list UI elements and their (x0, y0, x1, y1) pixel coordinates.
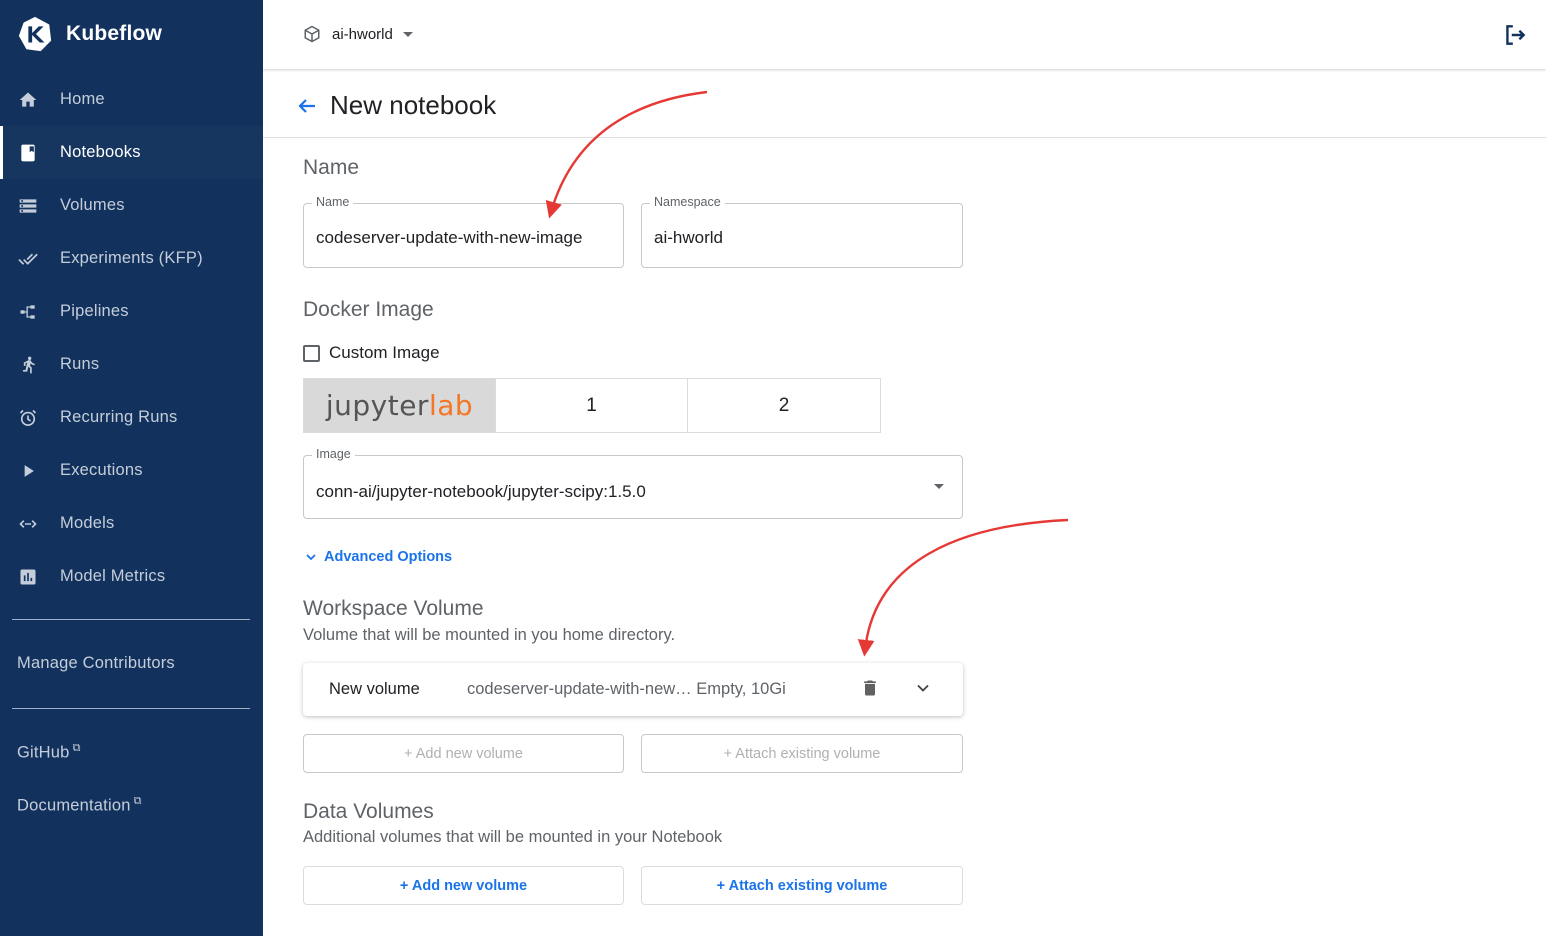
sidebar-item-model-metrics[interactable]: Model Metrics (0, 550, 263, 603)
jupyterlab-logo: jupyterlab (326, 389, 473, 422)
data-attach-existing-volume-button[interactable]: + Attach existing volume (641, 866, 963, 905)
sidebar-item-pipelines[interactable]: Pipelines (0, 285, 263, 338)
custom-image-label: Custom Image (329, 343, 440, 362)
sidebar-divider (12, 619, 250, 620)
dropdown-caret-icon (934, 484, 944, 489)
delete-icon[interactable] (860, 677, 880, 699)
documentation-link-label: Documentation (17, 796, 131, 815)
sidebar-item-label: Recurring Runs (60, 408, 178, 426)
data-volumes-section-title: Data Volumes (303, 800, 434, 823)
name-field-label: Name (312, 195, 354, 209)
sidebar-item-label: Pipelines (60, 302, 129, 320)
name-field[interactable]: Name codeserver-update-with-new-image (303, 195, 624, 268)
chevron-down-icon (306, 554, 316, 561)
dropdown-caret-icon (402, 31, 413, 37)
top-bar: ai-hworld (263, 0, 1546, 69)
docker-image-section-title: Docker Image (303, 298, 434, 321)
workspace-add-new-volume-button[interactable]: + Add new volume (303, 734, 624, 773)
checkbox-box[interactable] (303, 344, 320, 362)
workspace-volume-panel[interactable]: New volume codeserver-update-with-new… E… (303, 663, 963, 716)
sidebar-item-home[interactable]: Home (0, 73, 263, 126)
custom-image-checkbox[interactable]: Custom Image (303, 343, 440, 363)
image-select-label: Image (312, 447, 355, 461)
sidebar-item-label: Models (60, 514, 115, 532)
brand[interactable]: Kubeflow (16, 14, 162, 54)
advanced-options-toggle[interactable]: Advanced Options (303, 549, 452, 565)
image-type-option-1[interactable]: 1 (496, 379, 688, 432)
sidebar-divider (12, 708, 250, 709)
arrows-horizontal-icon (18, 514, 38, 534)
external-link-icon: ⧉ (133, 795, 142, 807)
external-link-icon: ⧉ (72, 742, 81, 754)
documentation-link[interactable]: Documentation ⧉ (17, 795, 142, 816)
sidebar-item-label: Notebooks (60, 143, 141, 161)
image-type-toggle-group: jupyterlab 1 2 (303, 378, 881, 433)
page-header: New notebook (263, 70, 1546, 138)
home-icon (18, 90, 38, 110)
manage-contributors-link[interactable]: Manage Contributors (17, 654, 175, 673)
done-all-icon (18, 249, 38, 269)
github-link[interactable]: GitHub ⧉ (17, 742, 81, 763)
cube-icon (304, 25, 320, 43)
sidebar-item-label: Runs (60, 355, 100, 373)
workspace-attach-existing-volume-button[interactable]: + Attach existing volume (641, 734, 963, 773)
image-select[interactable]: Image conn-ai/jupyter-notebook/jupyter-s… (303, 447, 963, 519)
runner-icon (18, 355, 38, 375)
chevron-down-icon[interactable] (913, 678, 933, 698)
sidebar-item-experiments[interactable]: Experiments (KFP) (0, 232, 263, 285)
sidebar-item-label: Volumes (60, 196, 125, 214)
brand-name: Kubeflow (66, 22, 163, 45)
sidebar: Kubeflow Home Notebooks Volumes Experime… (0, 0, 263, 936)
github-link-label: GitHub (17, 743, 70, 762)
workspace-volume-description: Volume that will be mounted in you home … (303, 626, 676, 644)
volume-title: New volume (329, 680, 420, 698)
chart-icon (18, 567, 38, 587)
image-select-value: conn-ai/jupyter-notebook/jupyter-scipy:1… (316, 482, 646, 501)
logout-icon[interactable] (1502, 22, 1528, 48)
namespace-field-label: Namespace (650, 195, 725, 209)
volume-description: codeserver-update-with-new… Empty, 10Gi (467, 680, 786, 698)
play-icon (18, 461, 38, 481)
namespace-selector[interactable]: ai-hworld (303, 22, 413, 46)
image-type-option-2[interactable]: 2 (688, 379, 880, 432)
sidebar-item-recurring-runs[interactable]: Recurring Runs (0, 391, 263, 444)
image-type-jupyterlab[interactable]: jupyterlab (304, 379, 496, 432)
sidebar-item-label: Executions (60, 461, 143, 479)
name-field-value: codeserver-update-with-new-image (316, 228, 583, 247)
page-title: New notebook (330, 90, 497, 120)
advanced-options-label: Advanced Options (324, 549, 453, 565)
data-add-new-volume-button[interactable]: + Add new volume (303, 866, 624, 905)
annotation-arrow (857, 518, 1069, 657)
sidebar-item-notebooks[interactable]: Notebooks (0, 126, 263, 179)
notebook-icon (18, 143, 38, 163)
namespace-selector-value: ai-hworld (332, 25, 393, 43)
namespace-field[interactable]: Namespace ai-hworld (641, 195, 963, 268)
sidebar-item-volumes[interactable]: Volumes (0, 179, 263, 232)
jupyterlab-logo-text-accent: lab (428, 389, 474, 422)
sidebar-item-label: Model Metrics (60, 567, 166, 585)
sidebar-nav: Home Notebooks Volumes Experiments (KFP)… (0, 73, 263, 603)
jupyterlab-logo-text: jupyter (325, 389, 429, 422)
workspace-volume-section-title: Workspace Volume (303, 597, 484, 620)
kubeflow-logo-icon (18, 16, 52, 52)
name-section-title: Name (303, 156, 360, 179)
namespace-field-value: ai-hworld (654, 228, 723, 247)
sidebar-item-executions[interactable]: Executions (0, 444, 263, 497)
storage-icon (18, 196, 38, 216)
sidebar-item-runs[interactable]: Runs (0, 338, 263, 391)
alarm-icon (18, 408, 38, 428)
pipeline-icon (18, 302, 38, 322)
data-volumes-description: Additional volumes that will be mounted … (303, 828, 723, 846)
sidebar-item-label: Home (60, 90, 105, 108)
sidebar-item-models[interactable]: Models (0, 497, 263, 550)
sidebar-item-label: Experiments (KFP) (60, 249, 203, 267)
back-arrow-icon[interactable] (295, 94, 319, 118)
